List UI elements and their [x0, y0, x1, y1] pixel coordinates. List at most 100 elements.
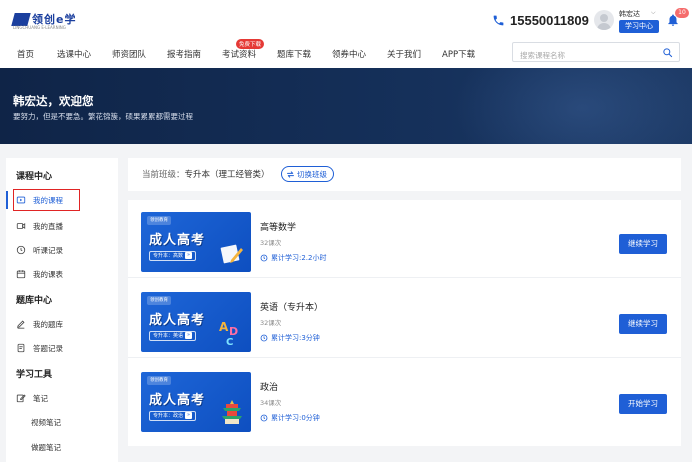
svg-text:A: A	[219, 320, 229, 334]
nav-teachers[interactable]: 师资团队	[112, 48, 146, 60]
nav-bank-download[interactable]: 题库下载	[277, 48, 311, 60]
course-study-time-text: 累计学习:0分钟	[271, 414, 320, 422]
thumb-brand: 领创教育	[147, 296, 171, 305]
alphabet-blocks-icon: A DC	[219, 320, 238, 346]
course-card: 领创教育 成人高考 专升本：高数» 高等数学 32课次 累计学习:2.2小时 继…	[128, 200, 681, 278]
sidebar-item-my-live[interactable]: 我的直播	[6, 215, 118, 237]
course-lessons: 32课次	[260, 239, 282, 247]
study-center-button[interactable]: 学习中心	[619, 20, 659, 33]
switch-class-label: 切换班级	[297, 169, 327, 179]
current-class-value: 专升本（理工经管类）	[184, 170, 270, 180]
sidebar-item-my-bank[interactable]: 我的题库	[6, 313, 118, 335]
chevron-down-icon[interactable]: ⌵	[651, 9, 656, 17]
user-avatar[interactable]	[594, 10, 614, 30]
course-card: 领创教育 成人高考 专升本：英语» ADC 英语（专升本） 32课次 累计学习:…	[128, 280, 681, 358]
course-name[interactable]: 英语（专升本）	[260, 300, 323, 313]
thumb-tag-text: 专升本：英语	[153, 333, 184, 339]
course-thumbnail[interactable]: 领创教育 成人高考 专升本：英语» ADC	[141, 292, 251, 352]
course-lessons: 34课次	[260, 399, 282, 407]
sidebar-section-bank-center: 题库中心	[16, 296, 53, 306]
thumb-brand: 领创教育	[147, 216, 171, 225]
course-study-time: 累计学习:3分钟	[260, 333, 320, 343]
swap-icon	[287, 170, 294, 178]
continue-study-button[interactable]: 继续学习	[619, 234, 667, 254]
thumb-title: 成人高考	[149, 313, 206, 328]
phone-number: 15550011809	[510, 13, 589, 28]
free-download-badge: 免费下载	[236, 39, 265, 49]
clock-icon	[260, 334, 268, 342]
course-study-time: 累计学习:2.2小时	[260, 253, 327, 263]
thumb-brand: 领创教育	[147, 376, 171, 385]
current-class-label: 当前班级：	[142, 170, 185, 180]
sidebar-item-label: 我的直播	[33, 221, 63, 231]
sidebar-item-label: 我的题库	[33, 319, 63, 329]
pagoda-icon	[222, 400, 242, 424]
sidebar: 课程中心 我的课程 我的直播 听课记录 我的课表 题库中心 我的题库 答题记录 …	[6, 158, 118, 462]
course-list: 领创教育 成人高考 专升本：高数» 高等数学 32课次 累计学习:2.2小时 继…	[128, 200, 681, 446]
user-name[interactable]: 韩宏达	[619, 9, 640, 19]
course-name[interactable]: 政治	[260, 380, 278, 393]
nav-about-us[interactable]: 关于我们	[387, 48, 421, 60]
svg-text:C: C	[226, 337, 233, 346]
main-nav: 首页 选课中心 师资团队 报考指南 考试资料 免费下载 题库下载 领券中心 关于…	[0, 39, 500, 64]
calendar-icon	[16, 270, 26, 279]
sidebar-item-answer-records[interactable]: 答题记录	[6, 337, 118, 359]
course-thumbnail[interactable]: 领创教育 成人高考 专升本：政治»	[141, 372, 251, 432]
current-class: 当前班级：专升本（理工经管类）	[142, 168, 270, 180]
course-search	[512, 42, 680, 65]
notebook-pen-icon	[220, 244, 243, 264]
search-icon[interactable]	[662, 47, 673, 58]
sidebar-item-my-schedule[interactable]: 我的课表	[6, 263, 118, 285]
nav-coupon-center[interactable]: 领券中心	[332, 48, 366, 60]
play-arrows-icon: »	[185, 252, 193, 259]
course-lessons: 32课次	[260, 319, 282, 327]
sidebar-item-video-notes[interactable]: 视频笔记	[31, 417, 61, 428]
welcome-title: 韩宏达，欢迎您	[13, 94, 94, 108]
nav-exam-guide[interactable]: 报考指南	[167, 48, 201, 60]
nav-app-download[interactable]: APP下载	[442, 48, 475, 60]
pen-icon	[17, 320, 25, 329]
start-study-button[interactable]: 开始学习	[619, 394, 667, 414]
sidebar-section-course-center: 课程中心	[16, 172, 53, 182]
welcome-motto: 要努力，但是不要急。繁花锦簇，硕果累累都需要过程	[13, 112, 193, 121]
clock-icon	[260, 414, 268, 422]
thumb-tag: 专升本：政治»	[149, 411, 197, 421]
sidebar-item-exercise-notes[interactable]: 做题笔记	[31, 442, 61, 453]
nav-course-center[interactable]: 选课中心	[57, 48, 91, 60]
course-thumbnail[interactable]: 领创教育 成人高考 专升本：高数»	[141, 212, 251, 272]
search-input[interactable]	[513, 46, 653, 65]
sidebar-item-label: 笔记	[33, 393, 48, 403]
thumb-title: 成人高考	[149, 393, 206, 408]
thumb-tag: 专升本：英语»	[149, 331, 197, 341]
selection-highlight	[13, 189, 80, 211]
clock-icon	[260, 254, 268, 262]
nav-home[interactable]: 首页	[17, 48, 34, 60]
course-name[interactable]: 高等数学	[260, 220, 296, 233]
thumb-title: 成人高考	[149, 233, 206, 248]
hotline: 15550011809	[492, 13, 589, 28]
course-study-time-text: 累计学习:3分钟	[271, 334, 320, 342]
video-icon	[16, 223, 26, 229]
sidebar-item-label: 我的课表	[33, 269, 63, 279]
nav-exam-materials-label: 考试资料	[222, 50, 257, 60]
document-icon	[17, 343, 25, 353]
top-header: 领创e学 LINGCHUANG E-LEARNING 15550011809 韩…	[0, 0, 692, 68]
welcome-banner: 韩宏达，欢迎您 要努力，但是不要急。繁花锦簇，硕果累累都需要过程	[0, 68, 692, 144]
play-arrows-icon: »	[185, 332, 193, 339]
edit-icon	[16, 394, 26, 403]
logo-subtitle: LINGCHUANG E-LEARNING	[13, 25, 66, 30]
thumb-tag: 专升本：高数»	[149, 251, 197, 261]
sidebar-item-notes[interactable]: 笔记	[6, 387, 118, 409]
notification-badge: 10	[675, 8, 689, 18]
thumb-tag-text: 专升本：高数	[153, 253, 184, 259]
play-arrows-icon: »	[185, 412, 193, 419]
sidebar-item-listen-records[interactable]: 听课记录	[6, 239, 118, 261]
phone-icon	[493, 15, 504, 26]
site-logo[interactable]: 领创e学 LINGCHUANG E-LEARNING	[11, 11, 76, 30]
switch-class-button[interactable]: 切换班级	[281, 166, 334, 182]
thumb-tag-text: 专升本：政治	[153, 413, 184, 419]
continue-study-button[interactable]: 继续学习	[619, 314, 667, 334]
nav-exam-materials[interactable]: 考试资料 免费下载	[222, 39, 265, 60]
sidebar-item-label: 答题记录	[33, 343, 63, 353]
sidebar-item-label: 听课记录	[33, 245, 63, 255]
